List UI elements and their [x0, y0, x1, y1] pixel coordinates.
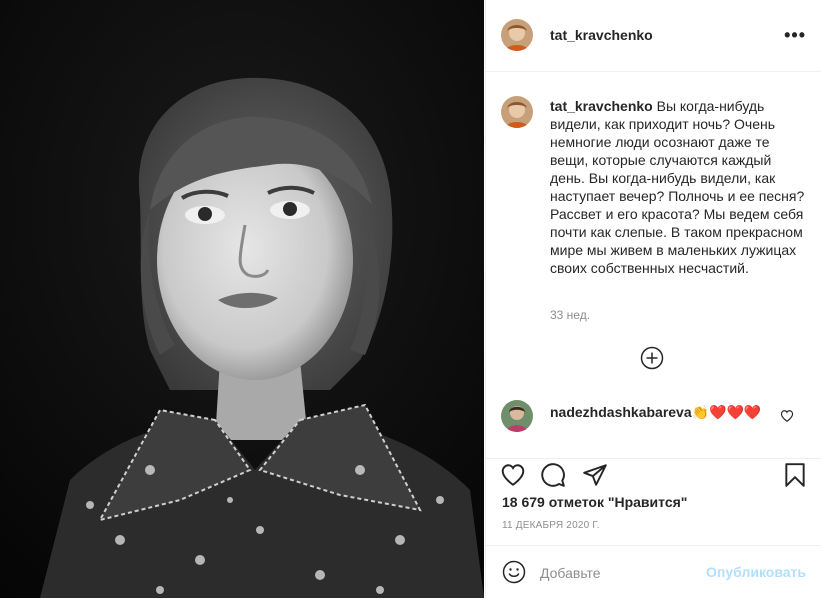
author-avatar[interactable] [501, 19, 533, 51]
post-side-panel: tat_kravchenko ••• tat_kravchenko Вы ког… [485, 0, 821, 598]
caption-text: tat_kravchenko Вы когда-нибудь видели, к… [550, 97, 806, 277]
caption-body: Вы когда-нибудь видели, как приходит ноч… [550, 98, 805, 276]
heart-icon[interactable] [500, 462, 526, 488]
comment-text: nadezhdashkabareva👏❤️❤️❤️ [550, 402, 780, 422]
comment-bubble-icon[interactable] [540, 462, 566, 488]
post-header: tat_kravchenko ••• [486, 0, 821, 72]
emoji-smile-icon[interactable] [502, 560, 526, 584]
post-photo[interactable] [0, 0, 484, 598]
caption-timestamp[interactable]: 33 нед. [550, 308, 590, 322]
caption-author-username[interactable]: tat_kravchenko [550, 98, 653, 114]
plus-circle-icon[interactable] [640, 346, 664, 370]
more-options-icon[interactable]: ••• [784, 26, 806, 44]
action-bar [486, 458, 821, 498]
comment-item: nadezhdashkabareva👏❤️❤️❤️ [486, 384, 821, 458]
post-caption: tat_kravchenko Вы когда-нибудь видели, к… [486, 72, 821, 384]
portrait-image [0, 0, 484, 598]
bookmark-icon[interactable] [782, 462, 808, 488]
heart-icon[interactable] [780, 409, 794, 423]
publish-button[interactable]: Опубликовать [706, 564, 806, 580]
paper-plane-icon[interactable] [582, 462, 608, 488]
commenter-username[interactable]: nadezhdashkabareva [550, 404, 692, 420]
likes-count[interactable]: 18 679 отметок "Нравится" [502, 494, 687, 510]
author-username[interactable]: tat_kravchenko [550, 27, 653, 43]
post-date[interactable]: 11 ДЕКАБРЯ 2020 Г. [502, 520, 600, 531]
add-comment-bar: Опубликовать [486, 545, 821, 598]
comment-body: 👏❤️❤️❤️ [691, 404, 762, 420]
caption-author-avatar[interactable] [501, 96, 533, 128]
commenter-avatar[interactable] [501, 400, 533, 432]
